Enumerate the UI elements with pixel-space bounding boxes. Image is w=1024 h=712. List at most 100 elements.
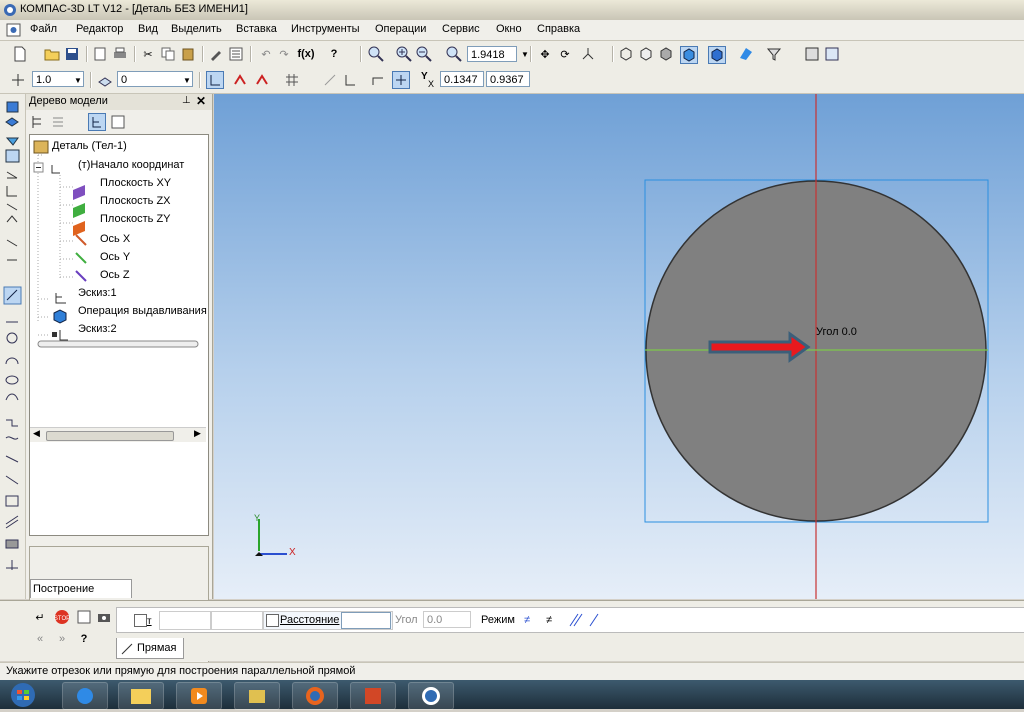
menu-insert[interactable]: Вставка xyxy=(236,23,277,35)
firefox-taskbar-icon[interactable] xyxy=(292,682,338,710)
tab-line[interactable]: Прямая xyxy=(116,638,184,659)
distance-group[interactable]: Расстояние xyxy=(263,611,393,630)
tree-node-plane-xy[interactable]: Плоскость XY xyxy=(100,177,171,189)
print-icon[interactable] xyxy=(112,46,128,62)
sketch-mode-icon[interactable] xyxy=(206,71,224,89)
pin-icon[interactable]: ⊥ xyxy=(182,95,191,106)
new-icon[interactable] xyxy=(12,46,28,62)
tree-node-extrusion[interactable]: Операция выдавливания xyxy=(78,305,207,317)
menu-operations[interactable]: Операции xyxy=(375,23,426,35)
paste-icon[interactable] xyxy=(180,46,196,62)
3d-viewport[interactable]: Угол 0.0 X Y xyxy=(214,94,1024,599)
cut-icon[interactable]: ✂ xyxy=(140,46,156,62)
point-y-field[interactable] xyxy=(211,611,263,630)
coord-x-field[interactable]: 0.1347 xyxy=(440,71,484,87)
help-pointer-icon[interactable]: ? xyxy=(326,46,342,62)
folder-taskbar-icon[interactable] xyxy=(234,682,280,710)
save-icon[interactable] xyxy=(64,46,80,62)
tree-list-icon[interactable] xyxy=(110,114,126,130)
kompas-taskbar-icon[interactable] xyxy=(408,682,454,710)
parallel-icon-1[interactable] xyxy=(567,612,583,628)
compact-toolbar-icons[interactable] xyxy=(0,94,25,599)
section-icon[interactable] xyxy=(738,46,754,62)
tree-node-axis-x[interactable]: Ось X xyxy=(100,233,130,245)
undo-icon[interactable]: ↶ xyxy=(258,46,274,62)
zoom-value-field[interactable]: 1.9418 xyxy=(467,46,517,62)
powerpoint-taskbar-icon[interactable] xyxy=(350,682,396,710)
tab-construction[interactable]: Построение xyxy=(30,579,132,598)
menu-view[interactable]: Вид xyxy=(138,23,158,35)
tree-node-origin[interactable]: (т)Начало координат xyxy=(78,159,184,171)
zoom-out-icon[interactable] xyxy=(416,46,432,62)
tree-node-sketch-1[interactable]: Эскиз:1 xyxy=(78,287,117,299)
zoom-in-icon[interactable] xyxy=(396,46,412,62)
properties-icon[interactable] xyxy=(208,46,224,62)
viewport-scene[interactable] xyxy=(214,94,1024,599)
prev-icon[interactable]: « xyxy=(32,631,48,647)
tree-order-icon[interactable] xyxy=(50,114,66,130)
menu-file[interactable]: Файл xyxy=(30,23,57,35)
grid-icon[interactable] xyxy=(284,72,300,88)
orthogonal-icon[interactable] xyxy=(342,72,358,88)
mode-double-icon[interactable]: ≠ xyxy=(541,612,557,628)
snap-icon[interactable] xyxy=(232,72,248,88)
menu-select[interactable]: Выделить xyxy=(171,23,222,35)
panel-icon[interactable] xyxy=(76,609,92,625)
parametric-icon[interactable] xyxy=(370,72,386,88)
distance-field[interactable] xyxy=(341,612,391,629)
menu-editor[interactable]: Редактор xyxy=(76,23,123,35)
zoom-window-icon[interactable] xyxy=(368,46,384,62)
help-icon[interactable]: ? xyxy=(76,631,92,647)
menu-help[interactable]: Справка xyxy=(537,23,580,35)
layer-dropdown-icon[interactable]: ▼ xyxy=(179,72,195,88)
preview-icon[interactable] xyxy=(92,46,108,62)
tree-view-icon[interactable] xyxy=(88,113,106,131)
list-icon[interactable] xyxy=(228,46,244,62)
pan-icon[interactable]: ✥ xyxy=(537,46,553,62)
camera-icon[interactable] xyxy=(96,609,112,625)
menu-service[interactable]: Сервис xyxy=(442,23,480,35)
stop-icon[interactable]: STOP xyxy=(54,609,70,625)
scroll-thumb[interactable] xyxy=(46,431,174,441)
tree-structure-icon[interactable] xyxy=(30,114,46,130)
tree-node-axis-z[interactable]: Ось Z xyxy=(100,269,130,281)
coord-y-field[interactable]: 0.9367 xyxy=(486,71,530,87)
library-icon[interactable] xyxy=(804,46,820,62)
enter-icon[interactable]: ↵ xyxy=(32,609,48,625)
scroll-left-icon[interactable]: ◀ xyxy=(33,428,40,439)
start-button[interactable] xyxy=(4,682,42,708)
tree-node-plane-zy[interactable]: Плоскость ZY xyxy=(100,213,171,225)
doc-menu-icon[interactable] xyxy=(6,23,22,37)
tree-node-part[interactable]: Деталь (Тел-1) xyxy=(52,140,127,152)
shaded-edges-icon[interactable] xyxy=(680,46,698,64)
menu-window[interactable]: Окно xyxy=(496,23,522,35)
close-icon[interactable]: ✕ xyxy=(196,94,206,108)
wireframe-icon[interactable] xyxy=(618,46,634,62)
perspective-icon[interactable] xyxy=(708,46,726,64)
ie-taskbar-icon[interactable] xyxy=(62,682,108,710)
orientation-icon[interactable] xyxy=(580,46,596,62)
tree-node-sketch-2[interactable]: Эскиз:2 xyxy=(78,323,117,335)
tree-node-plane-zx[interactable]: Плоскость ZX xyxy=(100,195,171,207)
redo-icon[interactable]: ↷ xyxy=(276,46,292,62)
parallel-icon-2[interactable] xyxy=(587,612,603,628)
scroll-right-icon[interactable]: ▶ xyxy=(194,428,201,439)
angle-field[interactable]: 0.0 xyxy=(423,611,471,628)
distance-checkbox[interactable] xyxy=(266,614,279,627)
filter-icon[interactable] xyxy=(766,46,782,62)
point-checkbox[interactable] xyxy=(134,614,147,627)
function-icon[interactable]: f(x) xyxy=(297,46,314,62)
open-icon[interactable] xyxy=(44,46,60,62)
rotate-icon[interactable]: ⟳ xyxy=(557,46,573,62)
tree-hscrollbar[interactable]: ◀ ▶ xyxy=(30,427,206,442)
explorer-taskbar-icon[interactable] xyxy=(118,682,164,710)
hidden-lines-icon[interactable] xyxy=(638,46,654,62)
step-dropdown-icon[interactable]: ▼ xyxy=(70,72,86,88)
mode-single-icon[interactable]: ≠ xyxy=(519,612,535,628)
next-icon[interactable]: » xyxy=(54,631,70,647)
menu-tools[interactable]: Инструменты xyxy=(291,23,360,35)
media-player-taskbar-icon[interactable] xyxy=(176,682,222,710)
tree-node-axis-y[interactable]: Ось Y xyxy=(100,251,130,263)
cursor-coords-icon[interactable] xyxy=(392,71,410,89)
snap-local-icon[interactable] xyxy=(254,72,270,88)
